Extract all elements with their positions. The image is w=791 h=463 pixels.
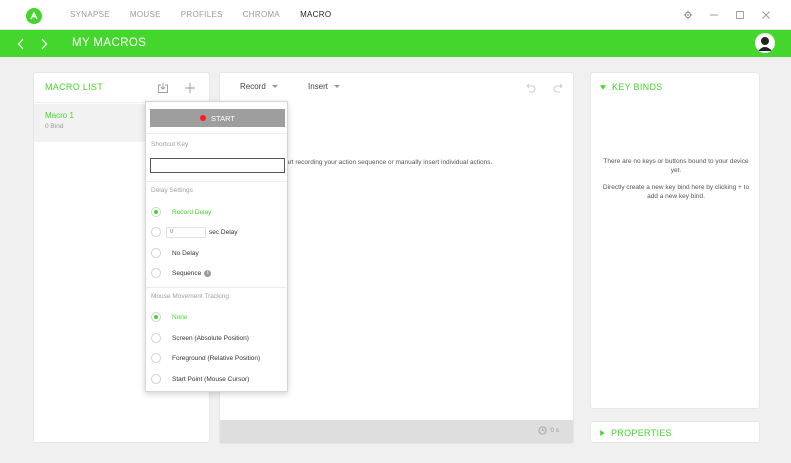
insert-dropdown-label: Insert — [308, 82, 329, 91]
start-recording-button[interactable]: START — [150, 109, 285, 127]
mouse-tracking-label: Mouse Movement Tracking — [151, 293, 230, 300]
page-header: MY MACROS — [0, 30, 791, 57]
divider — [146, 287, 287, 288]
sec-delay-input[interactable] — [166, 226, 206, 238]
editor-footer: 0 s — [220, 420, 573, 443]
macro-list-header: MACRO LIST — [34, 73, 209, 103]
tracking-none-radio[interactable] — [151, 312, 161, 322]
shortcut-key-label: Shortcut Key — [151, 141, 189, 148]
editor-toolbar: Record Insert — [220, 73, 573, 103]
settings-gear-icon[interactable] — [675, 0, 701, 30]
top-nav-bar: SYNAPSE MOUSE PROFILES CHROMA MACRO — [0, 0, 791, 30]
divider — [146, 133, 287, 134]
sec-delay-radio[interactable] — [151, 227, 161, 237]
macro-name: Macro 1 — [45, 111, 74, 120]
import-macro-icon[interactable] — [155, 80, 171, 96]
macro-bind-count: 0 Bind — [45, 123, 64, 130]
redo-icon[interactable] — [551, 80, 567, 96]
tracking-start-point-radio[interactable] — [151, 374, 161, 384]
chevron-right-icon — [600, 430, 605, 436]
add-macro-icon[interactable] — [182, 80, 198, 96]
macro-duration: 0 s — [538, 426, 559, 435]
chevron-down-icon — [271, 85, 278, 89]
back-arrow-icon[interactable] — [13, 30, 29, 57]
tab-chroma[interactable]: CHROMA — [243, 0, 280, 30]
record-delay-label: Record Delay — [172, 208, 212, 216]
start-label: START — [211, 113, 235, 123]
tracking-none-label: None — [172, 313, 188, 321]
window-controls — [675, 0, 779, 30]
key-binds-empty-text: There are no keys or buttons bound to yo… — [603, 158, 749, 174]
sec-delay-label: sec Delay — [209, 228, 238, 236]
minimize-icon[interactable] — [701, 0, 727, 30]
no-delay-radio[interactable] — [151, 248, 161, 258]
tracking-screen-label: Screen (Absolute Position) — [172, 334, 249, 342]
macro-list-title: MACRO LIST — [45, 82, 104, 92]
tab-macro[interactable]: MACRO — [300, 0, 331, 30]
tracking-foreground-label: Foreground (Relative Position) — [172, 354, 261, 362]
undo-icon[interactable] — [522, 80, 538, 96]
key-binds-help-text: Directly create a new key bind here by c… — [602, 184, 750, 200]
editor-hint-text: art recording your action sequence or ma… — [286, 159, 493, 166]
tracking-foreground-radio[interactable] — [151, 353, 161, 363]
sequence-option[interactable]: Sequence i — [151, 267, 212, 279]
user-avatar[interactable] — [755, 33, 775, 53]
properties-header[interactable]: PROPERTIES — [600, 428, 672, 438]
record-dropdown-label: Record — [240, 82, 266, 91]
key-binds-title: KEY BINDS — [612, 82, 663, 92]
page-title: MY MACROS — [72, 37, 147, 49]
shortcut-key-input[interactable] — [150, 158, 285, 173]
tracking-screen-radio[interactable] — [151, 333, 161, 343]
record-dropdown[interactable]: Record — [240, 82, 278, 91]
duration-value: 0 s — [550, 427, 559, 434]
properties-title: PROPERTIES — [611, 428, 672, 438]
key-binds-panel: KEY BINDS There are no keys or buttons b… — [590, 72, 760, 409]
record-settings-popup: START Shortcut Key Delay Settings Record… — [145, 101, 288, 392]
tab-profiles[interactable]: PROFILES — [181, 0, 223, 30]
tracking-none-option[interactable]: None — [151, 311, 188, 323]
chevron-down-icon — [334, 85, 341, 89]
properties-panel: PROPERTIES — [590, 421, 760, 443]
tab-mouse[interactable]: MOUSE — [130, 0, 161, 30]
no-delay-option[interactable]: No Delay — [151, 247, 199, 259]
tab-synapse[interactable]: SYNAPSE — [70, 0, 110, 30]
delay-settings-label: Delay Settings — [151, 187, 193, 194]
nav-tabs: SYNAPSE MOUSE PROFILES CHROMA MACRO — [70, 0, 351, 30]
sequence-radio[interactable] — [151, 268, 161, 278]
tracking-foreground-option[interactable]: Foreground (Relative Position) — [151, 352, 260, 364]
sequence-label: Sequence — [172, 269, 202, 277]
chevron-down-icon — [600, 84, 606, 90]
sec-delay-option[interactable]: sec Delay — [151, 226, 238, 238]
info-icon[interactable]: i — [204, 269, 212, 277]
no-delay-label: No Delay — [172, 249, 199, 257]
record-delay-radio[interactable] — [151, 207, 161, 217]
close-icon[interactable] — [753, 0, 779, 30]
forward-arrow-icon[interactable] — [36, 30, 52, 57]
divider — [146, 181, 287, 182]
record-dot-icon — [200, 115, 207, 121]
record-delay-option[interactable]: Record Delay — [151, 206, 211, 218]
maximize-icon[interactable] — [727, 0, 753, 30]
tracking-start-point-label: Start Point (Mouse Cursor) — [172, 375, 250, 383]
clock-icon — [538, 426, 547, 435]
razer-logo-icon[interactable] — [26, 8, 42, 24]
tracking-screen-option[interactable]: Screen (Absolute Position) — [151, 332, 249, 344]
tracking-start-point-option[interactable]: Start Point (Mouse Cursor) — [151, 373, 249, 385]
insert-dropdown[interactable]: Insert — [308, 82, 341, 91]
key-binds-header[interactable]: KEY BINDS — [600, 82, 663, 92]
